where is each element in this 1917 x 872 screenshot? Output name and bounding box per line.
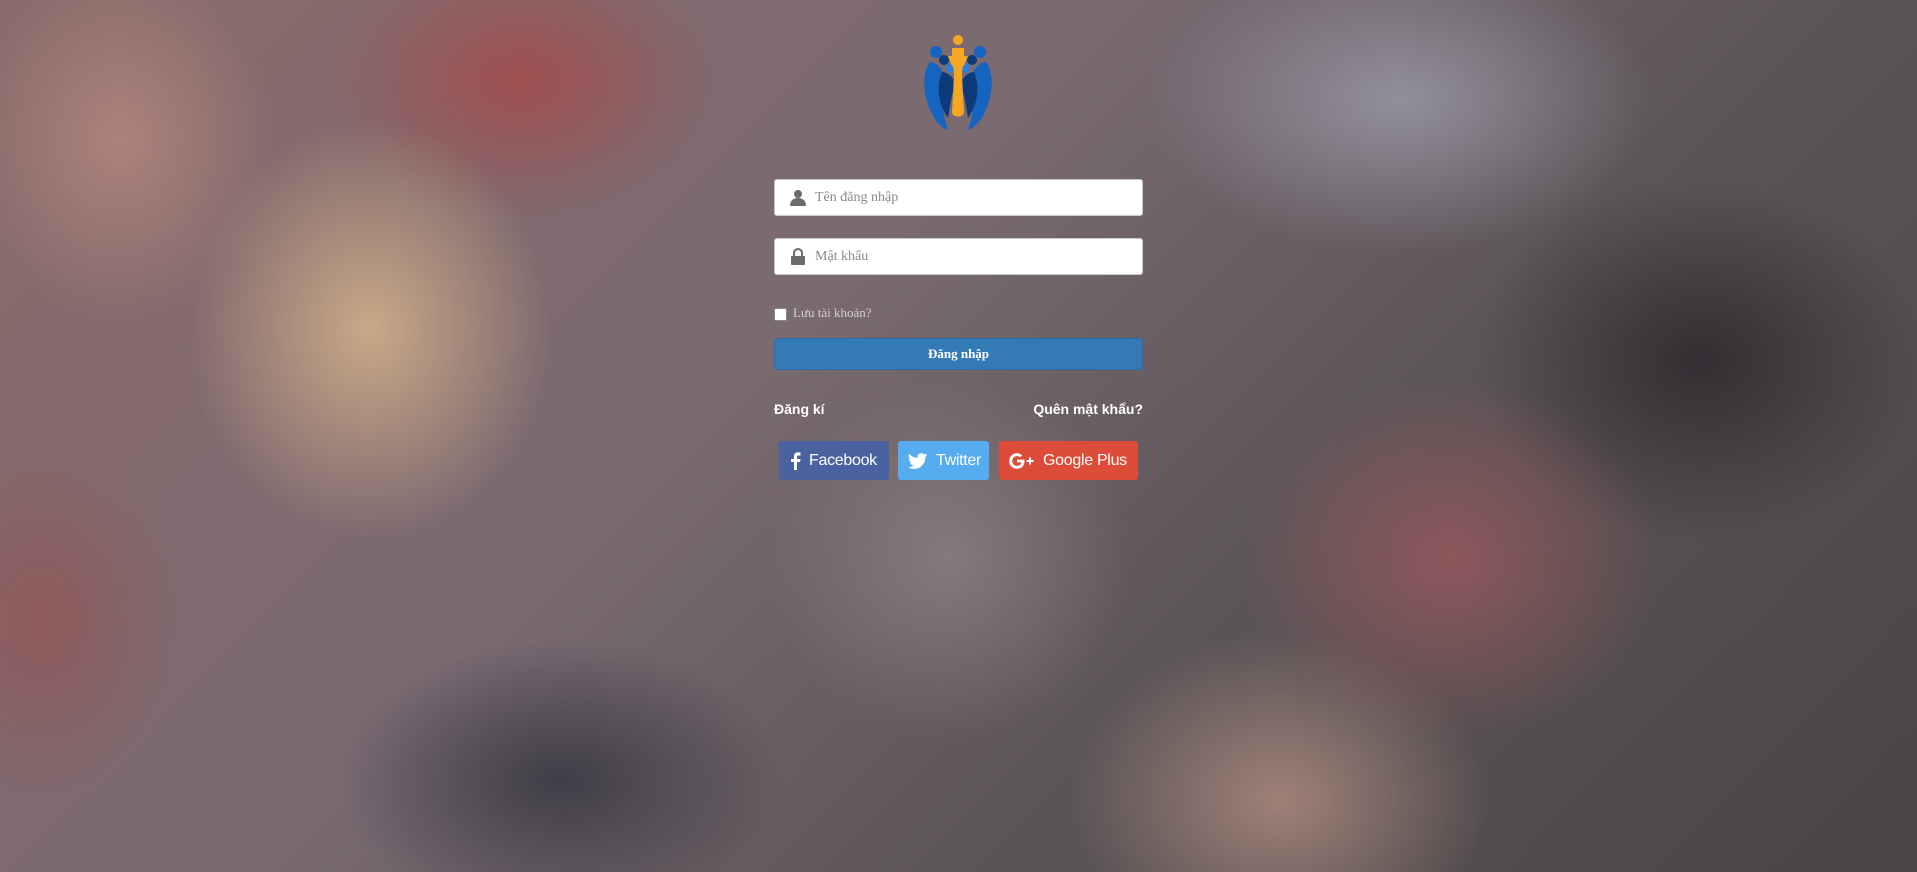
password-field[interactable]	[774, 238, 1143, 275]
google-plus-label: Google Plus	[1043, 451, 1127, 469]
facebook-icon	[789, 451, 801, 470]
site-logo	[920, 32, 996, 134]
remember-label: Lưu tài khoản?	[793, 305, 872, 320]
remember-checkbox[interactable]	[774, 307, 787, 321]
remember-account: Lưu tài khoản?	[774, 303, 872, 323]
logo-people-icon	[924, 35, 992, 130]
facebook-login-button[interactable]: Facebook	[779, 441, 889, 480]
forgot-password-link[interactable]: Quên mật khẩu?	[1033, 401, 1143, 417]
facebook-label: Facebook	[809, 451, 877, 469]
google-plus-icon	[1009, 452, 1035, 469]
username-input[interactable]	[815, 180, 1135, 215]
twitter-label: Twitter	[936, 451, 982, 469]
login-button[interactable]: Đăng nhập	[774, 338, 1143, 370]
lock-icon	[789, 247, 807, 266]
password-input[interactable]	[815, 239, 1135, 274]
username-field[interactable]	[774, 179, 1143, 216]
google-plus-login-button[interactable]: Google Plus	[999, 441, 1138, 480]
register-link[interactable]: Đăng kí	[774, 401, 825, 417]
user-icon	[789, 189, 807, 207]
twitter-icon	[908, 452, 928, 469]
twitter-login-button[interactable]: Twitter	[898, 441, 989, 480]
